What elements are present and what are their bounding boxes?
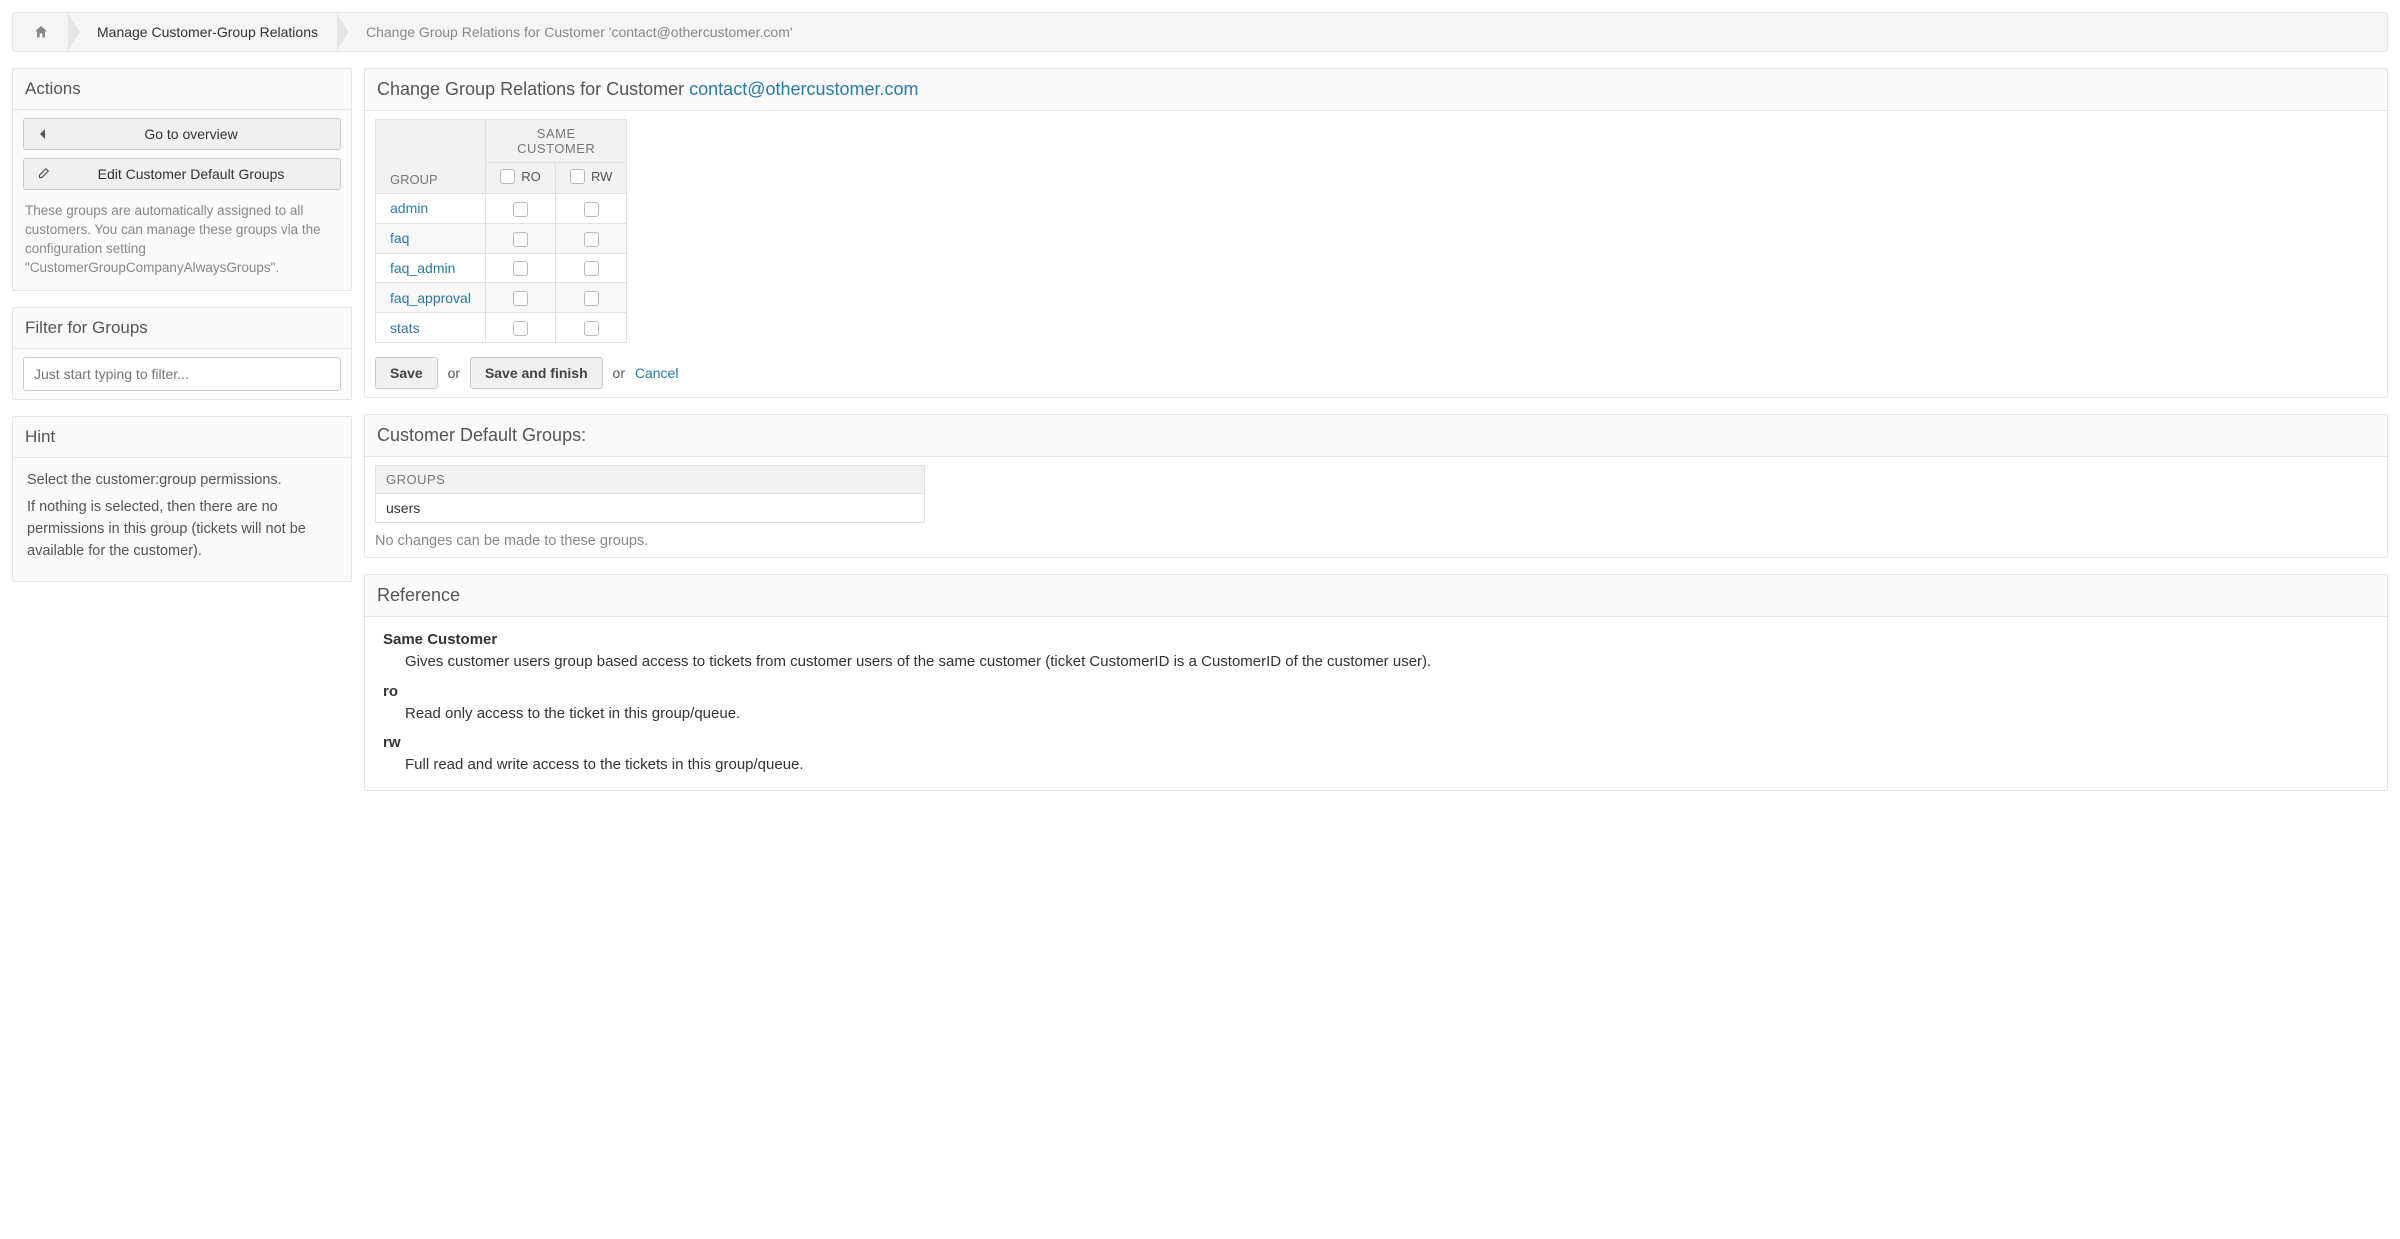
col-rw-select-all[interactable]: RW [570,169,612,184]
cancel-link[interactable]: Cancel [635,365,679,381]
breadcrumb-manage[interactable]: Manage Customer-Group Relations [77,13,338,51]
default-groups-row: users [376,493,925,522]
filter-input[interactable] [23,357,341,391]
ref-ro-def: Read only access to the ticket in this g… [405,703,2369,725]
breadcrumb-home[interactable] [13,13,69,51]
checkbox-faq-admin-rw[interactable] [584,261,599,276]
hint-widget: Hint Select the customer:group permissio… [12,416,352,582]
group-link-faq-approval[interactable]: faq_approval [390,290,471,306]
checkbox-faq-rw[interactable] [584,232,599,247]
checkbox-faq-approval-rw[interactable] [584,291,599,306]
col-ro-select-all[interactable]: RO [500,169,541,184]
checkbox-faq-admin-ro[interactable] [513,261,528,276]
ref-same-customer-term: Same Customer [383,631,2369,648]
default-groups-title: Customer Default Groups: [365,415,2387,457]
relations-widget: Change Group Relations for Customer cont… [364,68,2388,398]
permissions-table: GROUP SAME CUSTOMER RO RW admin [375,119,627,343]
table-row: faq_admin [376,253,627,283]
checkbox-admin-rw[interactable] [584,202,599,217]
checkbox-faq-ro[interactable] [513,232,528,247]
default-groups-note: No changes can be made to these groups. [375,533,2377,549]
table-row: faq_approval [376,283,627,313]
hint-title: Hint [13,417,351,458]
checkbox-ro-all[interactable] [500,169,515,184]
reference-title: Reference [365,575,2387,617]
group-link-admin[interactable]: admin [390,200,428,216]
save-button[interactable]: Save [375,357,438,389]
ref-rw-def: Full read and write access to the ticket… [405,754,2369,776]
group-link-faq-admin[interactable]: faq_admin [390,260,455,276]
caret-left-icon [34,129,52,139]
col-ro-label: RO [521,169,541,184]
save-and-finish-button[interactable]: Save and finish [470,357,603,389]
action-row: Save or Save and finish or Cancel [375,357,2377,389]
col-group: GROUP [376,120,486,194]
checkbox-rw-all[interactable] [570,169,585,184]
group-link-stats[interactable]: stats [390,320,420,336]
group-link-faq[interactable]: faq [390,230,409,246]
checkbox-admin-ro[interactable] [513,202,528,217]
relations-title: Change Group Relations for Customer cont… [365,69,2387,111]
checkbox-faq-approval-ro[interactable] [513,291,528,306]
filter-widget: Filter for Groups [12,307,352,400]
reference-widget: Reference Same Customer Gives customer u… [364,574,2388,791]
hint-p1: Select the customer:group permissions. [27,470,337,492]
breadcrumb-current: Change Group Relations for Customer 'con… [346,13,813,51]
table-row: faq [376,223,627,253]
go-to-overview-button[interactable]: Go to overview [23,118,341,150]
relations-title-prefix: Change Group Relations for Customer [377,79,689,99]
default-groups-table: GROUPS users [375,465,925,523]
table-row: admin [376,194,627,224]
breadcrumb: Manage Customer-Group Relations Change G… [12,12,2388,52]
actions-note: These groups are automatically assigned … [23,198,341,282]
edit-default-groups-button[interactable]: Edit Customer Default Groups [23,158,341,190]
ref-same-customer-def: Gives customer users group based access … [405,651,2369,673]
checkbox-stats-ro[interactable] [513,321,528,336]
ref-rw-term: rw [383,734,2369,751]
default-groups-widget: Customer Default Groups: GROUPS users No… [364,414,2388,558]
checkbox-stats-rw[interactable] [584,321,599,336]
actions-title: Actions [13,69,351,110]
home-icon [33,24,49,40]
table-row: stats [376,313,627,343]
edit-icon [34,167,52,181]
ref-ro-term: ro [383,683,2369,700]
hint-p2: If nothing is selected, then there are n… [27,497,337,562]
customer-email-link[interactable]: contact@othercustomer.com [689,79,918,99]
edit-default-groups-label: Edit Customer Default Groups [52,166,330,182]
filter-title: Filter for Groups [13,308,351,349]
col-rw-label: RW [591,169,612,184]
actions-widget: Actions Go to overview Edit Customer Def… [12,68,352,291]
or-text-2: or [613,365,625,381]
or-text-1: or [448,365,460,381]
default-groups-col: GROUPS [376,465,925,493]
go-to-overview-label: Go to overview [52,126,330,142]
col-same-customer: SAME CUSTOMER [486,120,627,163]
